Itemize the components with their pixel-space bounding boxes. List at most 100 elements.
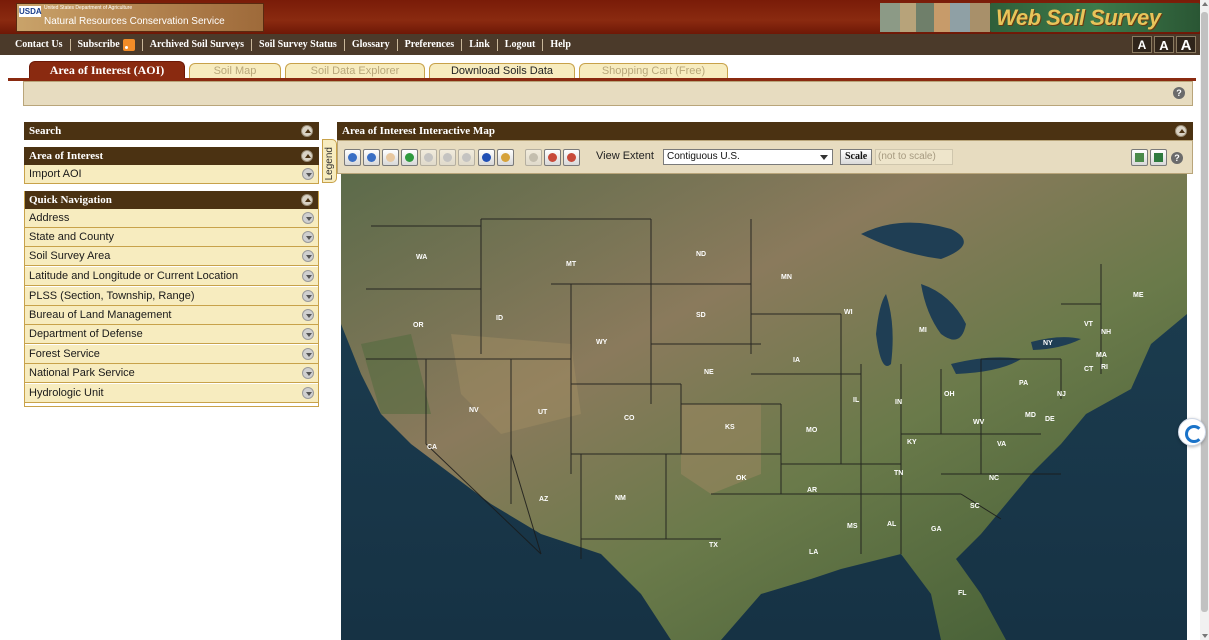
map-label: NM [615, 495, 626, 502]
map-layers-icon[interactable] [1150, 149, 1167, 166]
identify-info-icon[interactable] [478, 149, 495, 166]
text-size-large-button[interactable]: A [1176, 36, 1196, 54]
define-aoi-polygon-icon[interactable] [544, 149, 561, 166]
expand-icon[interactable] [302, 212, 314, 224]
search-header[interactable]: Search [24, 122, 319, 140]
tab-download-soils-data[interactable]: Download Soils Data [429, 63, 575, 79]
tab-area-of-interest[interactable]: Area of Interest (AOI) [29, 61, 185, 79]
map-label: PA [1019, 380, 1028, 387]
overview-map-icon[interactable] [1131, 149, 1148, 166]
agency-name: Natural Resources Conservation Service [44, 16, 225, 27]
expand-icon[interactable] [302, 168, 314, 180]
measure-ruler-icon[interactable] [497, 149, 514, 166]
map-label: AL [887, 521, 897, 528]
expand-icon[interactable] [302, 290, 314, 302]
page-scrollbar[interactable] [1200, 0, 1209, 640]
search-header-label: Search [29, 125, 62, 137]
clear-aoi-icon[interactable] [563, 149, 580, 166]
nav-link-link[interactable]: Link [462, 38, 498, 51]
help-icon[interactable]: ? [1173, 87, 1185, 99]
expand-icon[interactable] [302, 309, 314, 321]
quick-nav-forest-service[interactable]: Forest Service [24, 345, 319, 364]
header-photo-strip [880, 3, 990, 32]
map-label: VA [997, 441, 1006, 448]
quick-nav-label: Department of Defense [29, 328, 143, 340]
area-of-interest-header[interactable]: Area of Interest [24, 147, 319, 165]
view-extent-select[interactable]: Contiguous U.S. [663, 149, 833, 165]
nav-link-subscribe[interactable]: Subscribe [71, 38, 143, 51]
collapse-icon[interactable] [301, 125, 313, 137]
scale-button[interactable]: Scale [840, 149, 873, 165]
scale-select[interactable]: (not to scale) [875, 149, 953, 165]
quick-nav-label: State and County [29, 231, 115, 243]
scale-value: (not to scale) [878, 151, 936, 162]
nav-link-logout[interactable]: Logout [498, 38, 544, 51]
nav-link-preferences[interactable]: Preferences [398, 38, 463, 51]
pan-hand-icon[interactable] [382, 149, 399, 166]
map-label: AR [807, 487, 817, 494]
refresh-map-icon[interactable] [458, 149, 475, 166]
map-label: NH [1101, 329, 1111, 336]
aoi-header-label: Area of Interest [29, 150, 104, 162]
chevron-down-icon [820, 155, 828, 160]
zoom-in-icon[interactable] [344, 149, 361, 166]
nav-link-contact-us[interactable]: Contact Us [8, 38, 71, 51]
collapse-icon[interactable] [301, 150, 313, 162]
scroll-up-icon[interactable] [1202, 2, 1208, 6]
expand-icon[interactable] [302, 367, 314, 379]
map-label: UT [538, 409, 548, 416]
next-extent-icon[interactable] [439, 149, 456, 166]
nav-link-glossary[interactable]: Glossary [345, 38, 398, 51]
map-label: WI [844, 309, 853, 316]
expand-icon[interactable] [302, 348, 314, 360]
legend-tab[interactable]: Legend [322, 139, 337, 183]
text-size-medium-button[interactable]: A [1154, 36, 1174, 53]
import-aoi-item[interactable]: Import AOI [24, 165, 319, 184]
nav-link-soil-survey-status[interactable]: Soil Survey Status [252, 38, 345, 51]
nav-link-subscribe-label: Subscribe [77, 38, 120, 50]
zoom-out-icon[interactable] [363, 149, 380, 166]
web-soil-survey-page: USDA United States Department of Agricul… [0, 0, 1209, 640]
collapse-icon[interactable] [1175, 125, 1187, 137]
quick-nav-latitude-longitude[interactable]: Latitude and Longitude or Current Locati… [24, 267, 319, 286]
expand-icon[interactable] [302, 270, 314, 282]
define-aoi-rectangle-icon[interactable] [525, 149, 542, 166]
view-extent-value: Contiguous U.S. [667, 151, 740, 162]
quick-nav-label: Bureau of Land Management [29, 309, 172, 321]
quick-nav-state-and-county[interactable]: State and County [24, 228, 319, 247]
nav-link-archived-soil-surveys[interactable]: Archived Soil Surveys [143, 38, 253, 51]
scroll-thumb[interactable] [1201, 12, 1208, 612]
expand-icon[interactable] [302, 328, 314, 340]
floating-assistant-icon[interactable] [1178, 418, 1206, 446]
quick-nav-hydrologic-unit[interactable]: Hydrologic Unit [24, 384, 319, 403]
quick-nav-plss[interactable]: PLSS (Section, Township, Range) [24, 287, 319, 306]
rss-icon [122, 38, 135, 51]
text-size-controls: A A A [1132, 36, 1196, 54]
map-label: AZ [539, 496, 549, 503]
map-label: MT [566, 261, 577, 268]
quick-nav-national-park-service[interactable]: National Park Service [24, 364, 319, 383]
quick-nav-address[interactable]: Address [24, 209, 319, 228]
quick-nav-department-of-defense[interactable]: Department of Defense [24, 325, 319, 344]
quick-nav-bureau-of-land-management[interactable]: Bureau of Land Management [24, 306, 319, 325]
web-soil-survey-logo: Web Soil Survey [990, 3, 1200, 32]
tab-soil-data-explorer[interactable]: Soil Data Explorer [285, 63, 425, 79]
interactive-map[interactable]: WA MT ND MN OR ID SD WI MI ME WY VT NH N… [341, 174, 1187, 640]
tab-shopping-cart[interactable]: Shopping Cart (Free) [579, 63, 728, 79]
expand-icon[interactable] [302, 387, 314, 399]
full-extent-globe-icon[interactable] [401, 149, 418, 166]
import-aoi-label: Import AOI [29, 168, 82, 180]
help-icon[interactable]: ? [1171, 152, 1183, 164]
expand-icon[interactable] [302, 231, 314, 243]
expand-icon[interactable] [302, 250, 314, 262]
map-label: MI [919, 327, 927, 334]
scroll-down-icon[interactable] [1202, 634, 1208, 638]
nav-link-help[interactable]: Help [543, 39, 578, 51]
tab-soil-map[interactable]: Soil Map [189, 63, 281, 79]
map-label: WA [416, 254, 427, 261]
text-size-small-button[interactable]: A [1132, 36, 1152, 53]
quick-nav-soil-survey-area[interactable]: Soil Survey Area [24, 247, 319, 266]
previous-extent-icon[interactable] [420, 149, 437, 166]
usda-nrcs-logo[interactable]: USDA United States Department of Agricul… [16, 3, 264, 32]
map-label: ID [496, 315, 503, 322]
